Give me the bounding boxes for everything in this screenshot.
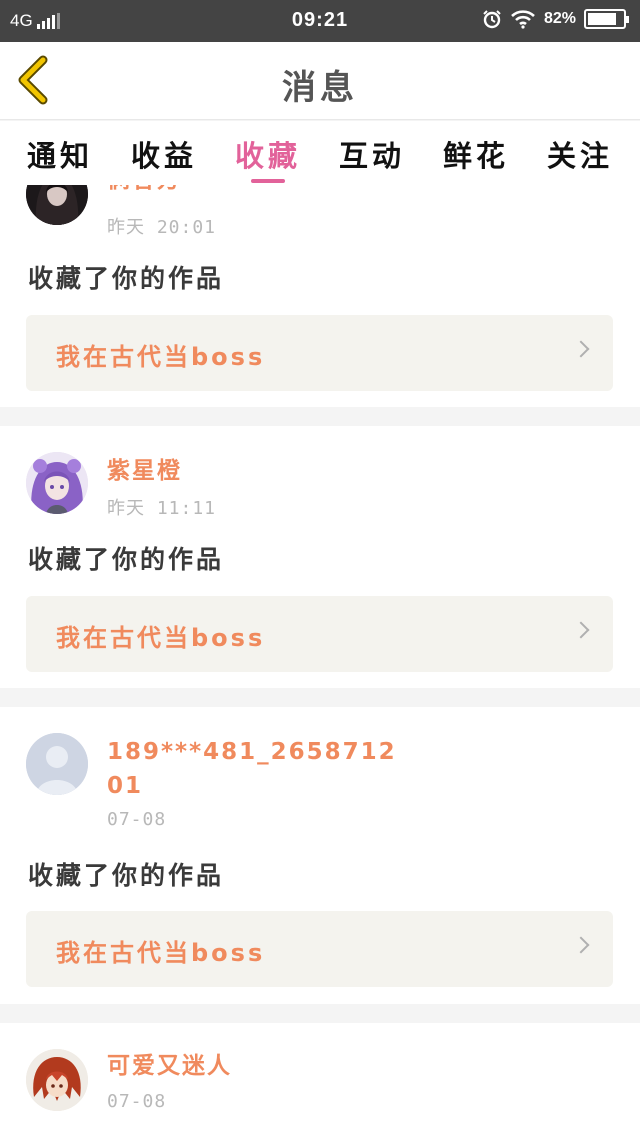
default-avatar-icon — [26, 733, 88, 795]
work-link[interactable]: 我在古代当boss — [26, 596, 613, 672]
avatar-image — [26, 1049, 88, 1111]
work-title: 我在古代当boss — [56, 624, 266, 652]
battery-percent: 82% — [543, 10, 576, 27]
tab-following[interactable]: 关注 — [547, 121, 613, 185]
timestamp: 昨天 20:01 — [107, 217, 217, 238]
nav-header: 消息 — [0, 42, 640, 120]
notification-card: 紫星橙 昨天 11:11 收藏了你的作品 我在古代当boss — [0, 426, 640, 688]
username[interactable]: 紫星橙 — [107, 454, 407, 488]
notification-list: 俩各方 昨天 20:01 收藏了你的作品 我在古代当boss 紫星橙 昨天 11… — [0, 185, 640, 1138]
avatar[interactable] — [26, 185, 88, 225]
battery-icon — [584, 9, 629, 29]
notification-card: 可爱又迷人 07-08 — [0, 1023, 640, 1138]
work-link[interactable]: 我在古代当boss — [26, 911, 613, 987]
avatar[interactable] — [26, 1049, 88, 1111]
action-text: 收藏了你的作品 — [28, 545, 225, 574]
status-bar: 4G 09:21 82% — [0, 0, 640, 42]
avatar[interactable] — [26, 452, 88, 514]
tab-flowers[interactable]: 鲜花 — [443, 121, 509, 185]
battery-level — [588, 13, 616, 25]
work-link[interactable]: 我在古代当boss — [26, 315, 613, 391]
chevron-right-icon — [572, 340, 590, 358]
action-text: 收藏了你的作品 — [28, 264, 225, 293]
page-title: 消息 — [282, 68, 358, 108]
username[interactable]: 189***481_265871201 — [107, 735, 407, 803]
notification-card: 俩各方 昨天 20:01 收藏了你的作品 我在古代当boss — [0, 185, 640, 407]
alarm-icon — [483, 10, 501, 29]
timestamp: 昨天 11:11 — [107, 498, 217, 519]
avatar[interactable] — [26, 733, 88, 795]
chevron-right-icon — [572, 936, 590, 954]
tab-notice[interactable]: 通知 — [27, 121, 93, 185]
chevron-right-icon — [572, 621, 590, 639]
tab-favorites[interactable]: 收藏 — [235, 121, 301, 185]
notification-card: 189***481_265871201 07-08 收藏了你的作品 我在古代当b… — [0, 707, 640, 1004]
action-text: 收藏了你的作品 — [28, 861, 225, 890]
tab-interaction[interactable]: 互动 — [339, 121, 405, 185]
work-title: 我在古代当boss — [56, 343, 266, 371]
username[interactable]: 可爱又迷人 — [107, 1049, 407, 1083]
tab-bar: 通知 收益 收藏 互动 鲜花 关注 — [0, 121, 640, 185]
work-title: 我在古代当boss — [56, 939, 266, 967]
timestamp: 07-08 — [107, 1091, 167, 1112]
username[interactable]: 俩各方 — [107, 185, 407, 197]
avatar-image — [26, 185, 88, 225]
avatar-image — [26, 452, 88, 514]
wifi-icon — [511, 10, 535, 29]
tab-earnings[interactable]: 收益 — [131, 121, 197, 185]
timestamp: 07-08 — [107, 809, 167, 830]
